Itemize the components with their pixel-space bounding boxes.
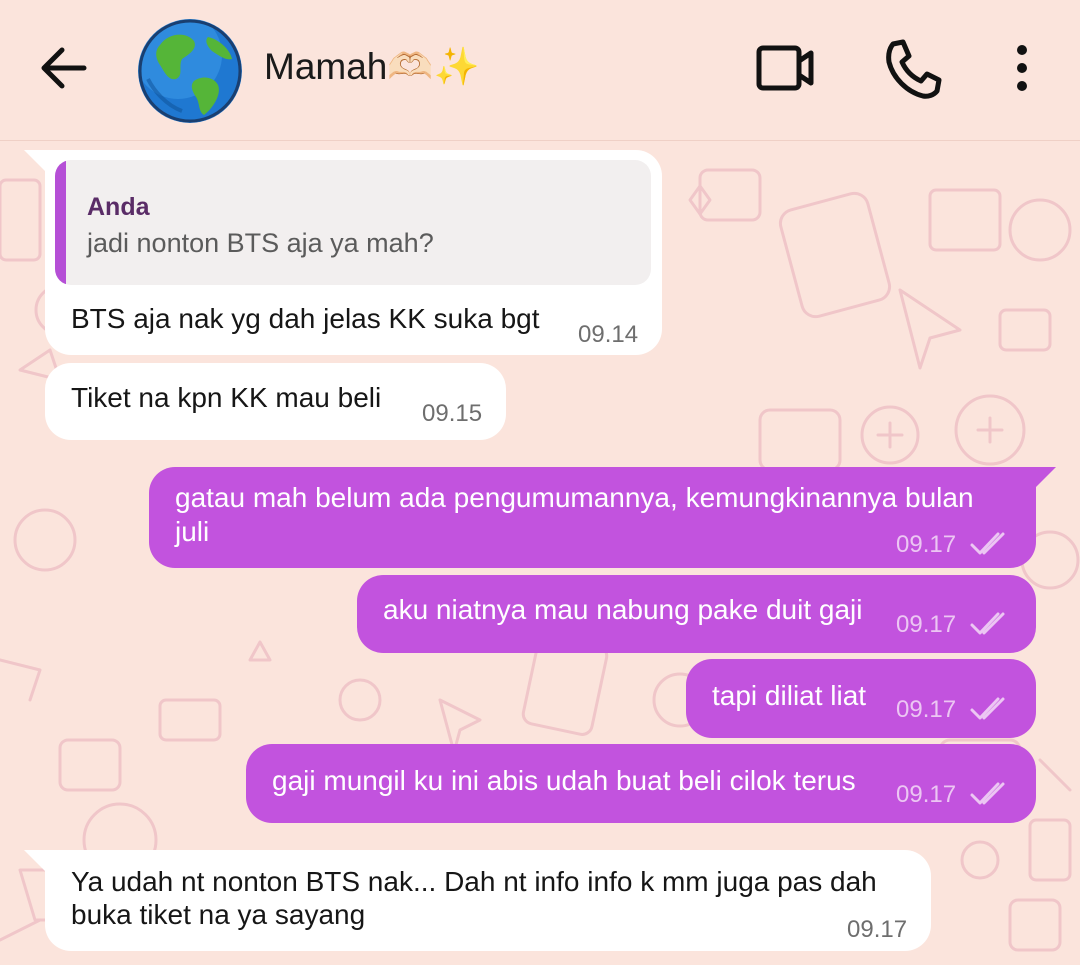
quote-text: jadi nonton BTS aja ya mah? [87, 228, 434, 258]
quote-author: Anda [87, 193, 150, 221]
contact-avatar[interactable] [138, 19, 242, 123]
message-text: gatau mah belum ada pengumumannya, kemun… [175, 482, 974, 513]
message-text: Tiket na kpn KK mau beli [71, 382, 382, 413]
message-text: gaji mungil ku ini abis udah buat beli c… [272, 765, 856, 796]
arrow-left-icon [41, 47, 87, 89]
message-time: 09.17 [847, 916, 908, 943]
message-text: buka tiket na ya sayang [71, 899, 366, 930]
globe-icon [138, 19, 242, 123]
message-bubble-outgoing[interactable]: gaji mungil ku ini abis udah buat beli c… [246, 744, 1036, 823]
voice-call-button[interactable] [875, 30, 949, 106]
message-bubble-incoming[interactable]: Anda jadi nonton BTS aja ya mah? BTS aja… [45, 150, 662, 355]
quote-accent-bar [55, 160, 66, 285]
message-time: 09.17 [896, 696, 957, 723]
message-time: 09.14 [578, 321, 639, 348]
more-options-button[interactable] [995, 30, 1049, 106]
message-text: tapi diliat liat [712, 680, 867, 711]
message-time: 09.17 [896, 781, 957, 808]
double-check-icon [970, 532, 1005, 555]
contact-name[interactable]: Mamah🫶🏻✨ [264, 42, 480, 92]
message-bubble-incoming[interactable]: Ya udah nt nonton BTS nak... Dah nt info… [45, 850, 931, 951]
message-text: Ya udah nt nonton BTS nak... Dah nt info… [71, 866, 877, 897]
message-bubble-incoming[interactable]: Tiket na kpn KK mau beli 09.15 [45, 363, 506, 440]
double-check-icon [970, 612, 1005, 635]
message-time: 09.17 [896, 531, 957, 558]
message-time: 09.15 [422, 400, 483, 427]
message-bubble-outgoing[interactable]: aku niatnya mau nabung pake duit gaji 09… [357, 575, 1036, 653]
back-button[interactable] [30, 40, 96, 96]
chat-header: Mamah🫶🏻✨ [0, 0, 1080, 141]
message-text: BTS aja nak yg dah jelas KK suka bgt [71, 303, 540, 334]
message-text: juli [175, 516, 210, 547]
video-call-button[interactable] [745, 30, 825, 106]
message-text: aku niatnya mau nabung pake duit gaji [383, 594, 863, 625]
message-bubble-outgoing[interactable]: gatau mah belum ada pengumumannya, kemun… [149, 467, 1036, 568]
video-camera-icon [756, 45, 814, 91]
message-bubble-outgoing[interactable]: tapi diliat liat 09.17 [686, 659, 1036, 738]
more-vertical-icon [1017, 45, 1027, 91]
message-time: 09.17 [896, 611, 957, 638]
quoted-message[interactable]: Anda jadi nonton BTS aja ya mah? [55, 160, 651, 285]
phone-icon [886, 39, 942, 99]
double-check-icon [970, 782, 1005, 805]
double-check-icon [970, 697, 1005, 720]
